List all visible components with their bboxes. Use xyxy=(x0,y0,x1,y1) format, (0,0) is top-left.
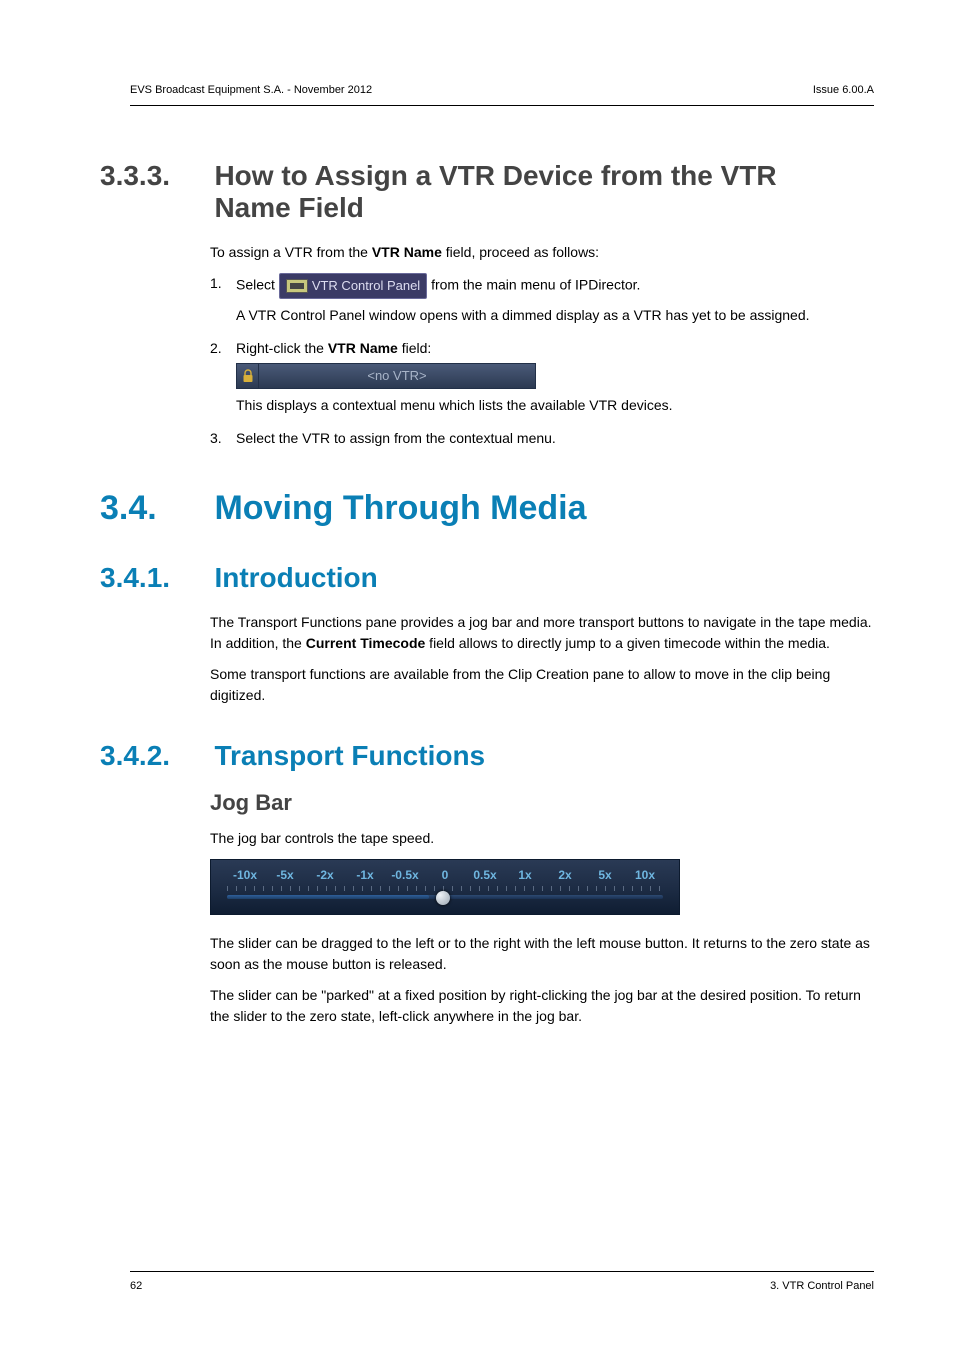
jog-bar-labels: -10x -5x -2x -1x -0.5x 0 0.5x 1x 2x 5x 1… xyxy=(221,868,669,886)
jog-bar-knob[interactable] xyxy=(436,891,450,905)
vtr-icon xyxy=(286,279,308,293)
jog-label: -2x xyxy=(305,868,345,882)
text: field, proceed as follows: xyxy=(442,244,599,260)
jog-bar[interactable]: -10x -5x -2x -1x -0.5x 0 0.5x 1x 2x 5x 1… xyxy=(210,859,680,915)
jog-bar-line-active xyxy=(227,895,429,899)
lock-icon xyxy=(237,364,259,388)
step-1: 1. Select VTR Control Panel from the mai… xyxy=(210,273,874,326)
text-bold: VTR Name xyxy=(372,244,442,260)
text: field: xyxy=(398,340,431,356)
jog-label: 1x xyxy=(505,868,545,882)
header-right: Issue 6.00.A xyxy=(813,84,874,96)
jog-label: -10x xyxy=(225,868,265,882)
footer-rule xyxy=(130,1271,874,1272)
vtr-control-panel-button[interactable]: VTR Control Panel xyxy=(279,273,427,299)
step-paragraph: A VTR Control Panel window opens with a … xyxy=(236,305,874,326)
step-number: 2. xyxy=(210,338,222,359)
text: Select xyxy=(236,276,279,292)
text: Right-click the xyxy=(236,340,328,356)
step-number: 1. xyxy=(210,273,222,294)
text: field allows to directly jump to a given… xyxy=(425,635,830,651)
paragraph: The slider can be "parked" at a fixed po… xyxy=(210,985,874,1027)
paragraph: Some transport functions are available f… xyxy=(210,664,874,706)
text-bold: VTR Name xyxy=(328,340,398,356)
section-333-body: To assign a VTR from the VTR Name field,… xyxy=(210,242,874,449)
text-bold: Current Timecode xyxy=(306,635,426,651)
subheading-jog-bar: Jog Bar xyxy=(210,790,874,816)
paragraph: The jog bar controls the tape speed. xyxy=(210,828,874,849)
button-label: VTR Control Panel xyxy=(312,276,420,296)
header-left: EVS Broadcast Equipment S.A. - November … xyxy=(130,84,372,96)
page-number: 62 xyxy=(130,1280,142,1292)
footer-section: 3. VTR Control Panel xyxy=(770,1280,874,1292)
heading-34: 3.4. Moving Through Media xyxy=(100,489,874,528)
text: Select the VTR to assign from the contex… xyxy=(236,430,556,446)
paragraph: The slider can be dragged to the left or… xyxy=(210,933,874,975)
jog-bar-track[interactable] xyxy=(221,886,669,900)
heading-341: 3.4.1. Introduction xyxy=(100,562,874,594)
section-342-body-after: The slider can be dragged to the left or… xyxy=(210,933,874,1027)
jog-label: 5x xyxy=(585,868,625,882)
text: To assign a VTR from the xyxy=(210,244,372,260)
jog-bar-ticks xyxy=(227,886,663,891)
header-rule xyxy=(130,105,874,106)
section-number: 3.3.3. xyxy=(100,160,210,192)
section-title: Introduction xyxy=(214,562,377,594)
jog-label: -1x xyxy=(345,868,385,882)
vtr-name-label: <no VTR> xyxy=(259,366,535,386)
heading-342: 3.4.2. Transport Functions xyxy=(100,740,874,772)
section-title: Moving Through Media xyxy=(214,489,586,528)
jog-label: 0 xyxy=(425,868,465,882)
section-342-body: The jog bar controls the tape speed. xyxy=(210,828,874,849)
text: from the main menu of IPDirector. xyxy=(431,276,640,292)
vtr-name-field[interactable]: <no VTR> xyxy=(236,363,536,389)
step-2: 2. Right-click the VTR Name field: <no V… xyxy=(210,338,874,416)
section-341-body: The Transport Functions pane provides a … xyxy=(210,612,874,706)
jog-label: 0.5x xyxy=(465,868,505,882)
section-title: How to Assign a VTR Device from the VTR … xyxy=(214,160,834,224)
step-paragraph: This displays a contextual menu which li… xyxy=(236,395,874,416)
jog-label: -5x xyxy=(265,868,305,882)
jog-label: -0.5x xyxy=(385,868,425,882)
paragraph: The Transport Functions pane provides a … xyxy=(210,612,874,654)
jog-label: 2x xyxy=(545,868,585,882)
section-number: 3.4.1. xyxy=(100,562,210,594)
section-title: Transport Functions xyxy=(214,740,485,772)
section-number: 3.4.2. xyxy=(100,740,210,772)
heading-333: 3.3.3. How to Assign a VTR Device from t… xyxy=(100,160,874,224)
section-number: 3.4. xyxy=(100,489,210,528)
step-3: 3. Select the VTR to assign from the con… xyxy=(210,428,874,449)
intro-paragraph: To assign a VTR from the VTR Name field,… xyxy=(210,242,874,263)
jog-label: 10x xyxy=(625,868,665,882)
step-number: 3. xyxy=(210,428,222,449)
